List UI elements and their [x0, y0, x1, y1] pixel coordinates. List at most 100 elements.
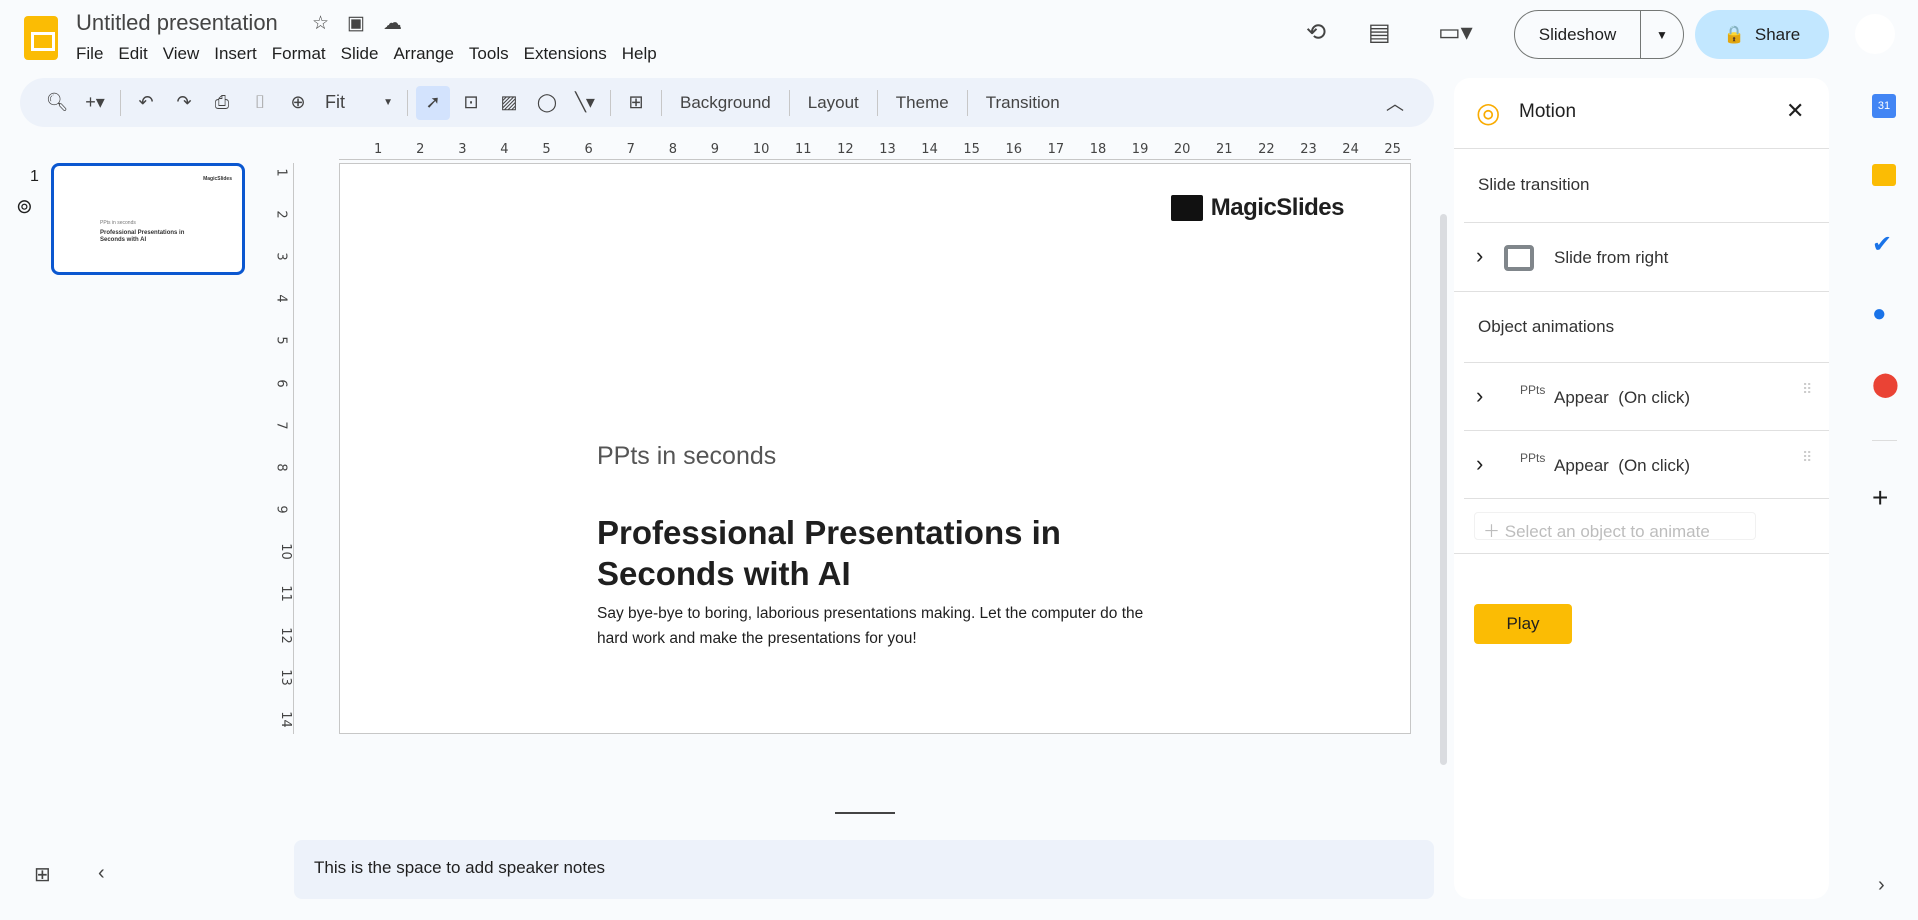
- ruler-tick-label: 19: [1131, 142, 1149, 157]
- google-keep-icon[interactable]: [1872, 164, 1896, 186]
- slide-canvas[interactable]: MagicSlides PPts in seconds Professional…: [339, 163, 1411, 734]
- google-calendar-icon[interactable]: 31: [1872, 94, 1896, 118]
- undo-icon[interactable]: ↶: [129, 86, 163, 120]
- ruler-tick-label: 18: [1089, 142, 1107, 157]
- menu-file[interactable]: File: [76, 44, 112, 64]
- animation-effect: Appear: [1554, 388, 1609, 407]
- title-line: Professional Presentations in: [597, 514, 1061, 551]
- chevron-right-icon[interactable]: ›: [1476, 383, 1483, 409]
- select-tool-icon[interactable]: ➚: [416, 85, 450, 120]
- slide-thumbnail[interactable]: MagicSlides PPts in seconds Professional…: [51, 163, 245, 275]
- animation-trigger: (On click): [1618, 388, 1691, 407]
- google-contacts-icon[interactable]: ●: [1872, 300, 1887, 328]
- background-button[interactable]: Background: [670, 86, 781, 120]
- menu-view[interactable]: View: [163, 44, 209, 64]
- slideshow-button[interactable]: Slideshow ▼: [1514, 10, 1684, 59]
- comment-add-icon[interactable]: ⊞: [619, 86, 653, 120]
- slide-subtitle[interactable]: PPts in seconds: [597, 442, 776, 471]
- google-maps-icon[interactable]: ⬤: [1872, 370, 1899, 399]
- ruler-tick-label: 17: [1047, 142, 1065, 157]
- transition-button[interactable]: Transition: [976, 86, 1070, 120]
- chevron-right-icon[interactable]: ›: [1476, 451, 1483, 477]
- collapse-toolbar-icon[interactable]: ︿: [1378, 86, 1412, 120]
- search-menus-icon[interactable]: 🔍︎: [40, 86, 74, 120]
- comments-icon[interactable]: ▤: [1368, 18, 1391, 47]
- document-title[interactable]: Untitled presentation: [76, 10, 278, 36]
- ruler-tick-label: 14: [277, 711, 293, 729]
- animation-effect: Appear: [1554, 456, 1609, 475]
- layout-button[interactable]: Layout: [798, 86, 869, 120]
- menu-help[interactable]: Help: [622, 44, 666, 64]
- slide-title[interactable]: Professional Presentations in Seconds wit…: [597, 512, 1061, 594]
- avatar[interactable]: [1855, 14, 1895, 54]
- ruler-tick-label: 5: [542, 142, 551, 157]
- text-box-icon[interactable]: ⊡: [454, 86, 488, 120]
- play-button[interactable]: Play: [1474, 604, 1572, 644]
- menu-arrange[interactable]: Arrange: [393, 44, 462, 64]
- redo-icon[interactable]: ↷: [167, 86, 201, 120]
- share-label: Share: [1754, 24, 1801, 44]
- shape-icon[interactable]: ◯: [530, 86, 564, 120]
- print-icon[interactable]: ⎙: [205, 86, 239, 120]
- ruler-tick-label: 23: [1300, 142, 1317, 157]
- drag-handle-icon[interactable]: ⠿: [1802, 382, 1816, 396]
- ruler-tick-label: 13: [879, 142, 896, 157]
- theme-button[interactable]: Theme: [886, 86, 959, 120]
- line-icon[interactable]: ╲▾: [568, 86, 602, 120]
- thumb-subtitle: PPts in seconds: [100, 220, 136, 226]
- animation-row[interactable]: › PPts Appear (On click) ⠿: [1464, 363, 1829, 431]
- ruler-tick-label: 22: [1258, 142, 1275, 157]
- presentation-board-icon: [1170, 195, 1203, 221]
- select-object-to-animate-button[interactable]: ＋ Select an object to animate: [1474, 512, 1756, 541]
- drag-handle-icon[interactable]: ⠿: [1802, 450, 1816, 464]
- horizontal-ruler[interactable]: 1 2 3 4 5 6 7 8 9 10 11 12 13 14 15 16 17 18 19 20 21 22 23 24 2…: [339, 142, 1411, 160]
- chevron-right-icon[interactable]: ›: [1476, 243, 1483, 269]
- ruler-tick-label: 12: [277, 627, 293, 644]
- ruler-tick-label: 7: [626, 142, 635, 157]
- ruler-tick-label: 11: [795, 142, 812, 157]
- close-icon[interactable]: ✕: [1786, 98, 1804, 124]
- menu-edit[interactable]: Edit: [118, 44, 156, 64]
- cloud-saved-icon[interactable]: ☁: [383, 12, 402, 35]
- menu-format[interactable]: Format: [272, 44, 335, 64]
- magicslides-logo[interactable]: MagicSlides: [1170, 194, 1345, 222]
- expand-side-panel-icon[interactable]: ›: [1878, 874, 1885, 897]
- vertical-ruler[interactable]: 1 2 3 4 5 6 7 8 9 10 11 12 13 14: [273, 163, 294, 734]
- speaker-notes[interactable]: This is the space to add speaker notes: [294, 840, 1434, 899]
- slide-transition-heading: Slide transition: [1478, 175, 1590, 194]
- star-icon[interactable]: ☆: [312, 12, 329, 35]
- thumb-logo: MagicSlides: [203, 176, 232, 182]
- animation-row[interactable]: › PPts Appear (On click) ⠿: [1464, 431, 1829, 499]
- notes-resize-handle[interactable]: [835, 812, 895, 814]
- version-history-icon[interactable]: ⟲: [1306, 18, 1326, 47]
- meet-camera-icon[interactable]: ▭▾: [1438, 18, 1473, 47]
- collapse-filmstrip-icon[interactable]: ‹: [98, 862, 105, 885]
- menu-insert[interactable]: Insert: [214, 44, 266, 64]
- zoom-select[interactable]: Fit ▼: [319, 86, 399, 120]
- grid-view-icon[interactable]: ⊞: [34, 862, 51, 887]
- new-slide-icon[interactable]: +▾: [78, 86, 112, 120]
- object-animations-heading: Object animations: [1478, 317, 1615, 336]
- image-icon[interactable]: ▨: [492, 86, 526, 120]
- move-folder-icon[interactable]: ▣: [347, 12, 365, 35]
- ruler-tick-label: 2: [416, 142, 425, 157]
- slideshow-label[interactable]: Slideshow: [1515, 11, 1641, 58]
- slides-logo[interactable]: [24, 16, 58, 60]
- slide-transition-row[interactable]: › Slide from right: [1454, 223, 1829, 292]
- menu-tools[interactable]: Tools: [469, 44, 518, 64]
- share-button[interactable]: 🔒 Share: [1695, 10, 1829, 59]
- paint-format-icon[interactable]: ⌷: [243, 86, 277, 120]
- ruler-tick-label: 8: [668, 142, 677, 157]
- menu-extensions[interactable]: Extensions: [524, 44, 616, 64]
- ruler-tick-label: 6: [273, 378, 289, 388]
- ruler-tick-label: 16: [1005, 142, 1023, 157]
- get-addons-plus-icon[interactable]: +: [1872, 482, 1888, 514]
- slide-body[interactable]: Say bye-bye to boring, laborious present…: [597, 601, 1143, 651]
- menu-slide[interactable]: Slide: [341, 44, 388, 64]
- slideshow-dropdown-icon[interactable]: ▼: [1641, 28, 1683, 42]
- ruler-tick-label: 6: [584, 142, 593, 157]
- google-tasks-icon[interactable]: ✔: [1872, 230, 1892, 259]
- motion-icon: ◎: [1476, 97, 1501, 128]
- zoom-icon[interactable]: ⊕: [281, 86, 315, 120]
- vertical-scrollbar[interactable]: [1440, 214, 1447, 765]
